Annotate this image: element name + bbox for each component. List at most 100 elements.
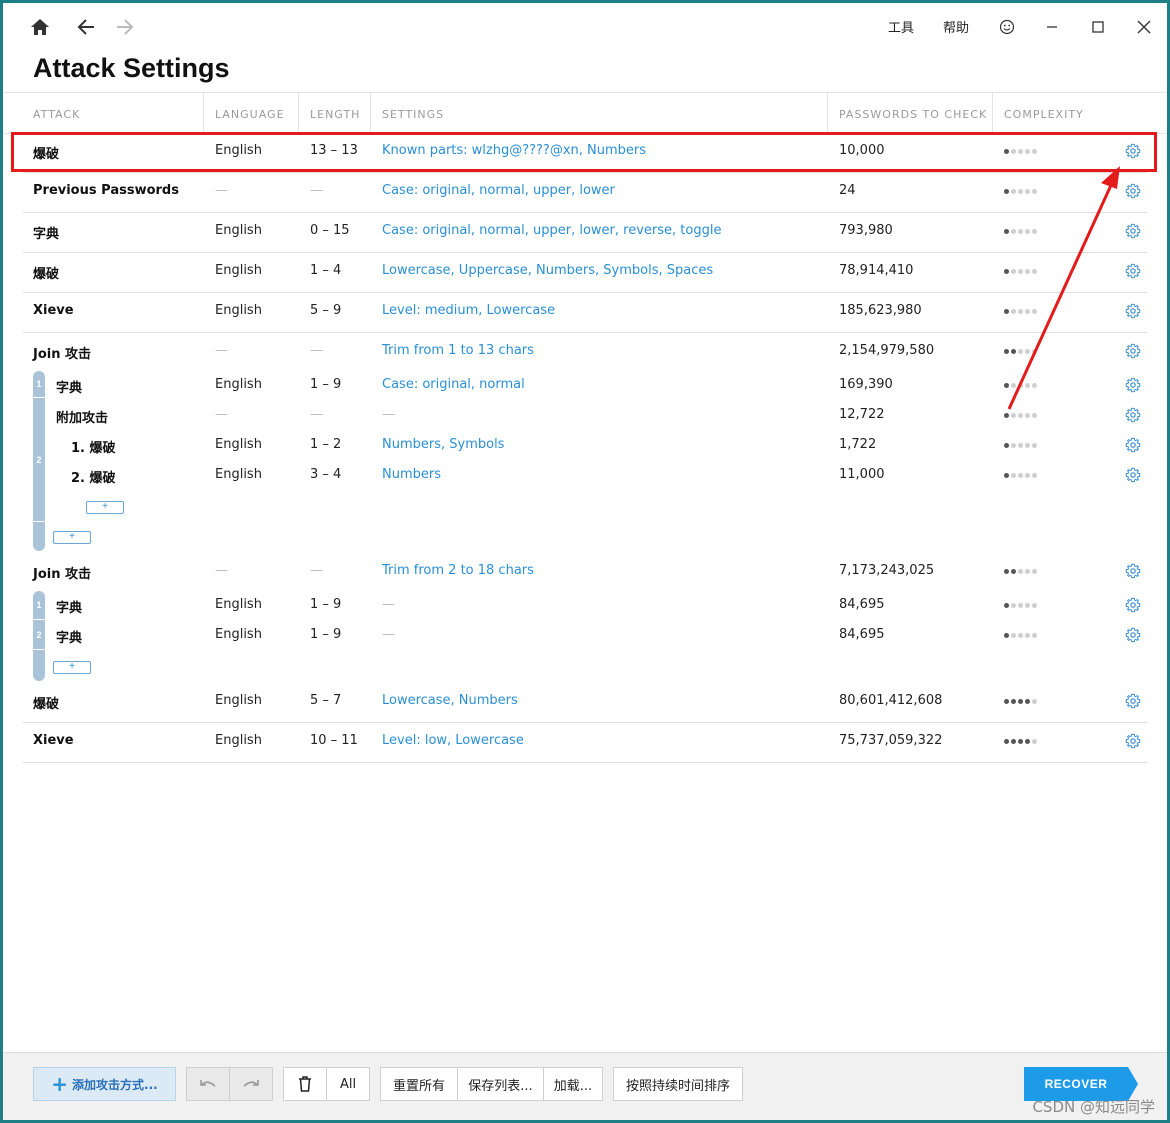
gear-icon[interactable] — [1125, 407, 1141, 423]
close-icon[interactable] — [1132, 15, 1156, 39]
attack-settings-link[interactable]: Case: original, normal — [382, 377, 525, 392]
complexity-dot — [1018, 349, 1023, 354]
delete-all-button[interactable]: All — [326, 1067, 370, 1101]
gear-icon[interactable] — [1125, 437, 1141, 453]
attack-row[interactable]: Xieve English 10 – 11 Level: low, Lowercase… — [23, 722, 1147, 763]
tools-menu[interactable]: 工具 — [888, 17, 914, 36]
attack-row[interactable]: Join 攻击 — — Trim from 2 to 18 chars 7,173,24… — [23, 552, 1147, 592]
attack-row[interactable]: 1. 爆破 English 1 – 2 Numbers, Symbols 1,722 — [23, 431, 1147, 461]
complexity-dot — [1011, 349, 1016, 354]
attack-row[interactable]: 爆破 English 5 – 7 Lowercase, Numbers 80,601,4… — [23, 682, 1147, 723]
attack-name: 爆破 — [33, 267, 60, 282]
attack-settings-link[interactable]: Numbers — [382, 467, 441, 482]
column-header-complexity[interactable]: COMPLEXITY — [1004, 108, 1084, 121]
complexity-dot — [1004, 413, 1009, 418]
undo-button[interactable] — [186, 1067, 230, 1101]
complexity-dot — [1032, 473, 1037, 478]
reset-all-button[interactable]: 重置所有 — [380, 1067, 458, 1101]
attack-settings-link[interactable]: Trim from 1 to 13 chars — [382, 343, 534, 358]
attack-settings-link[interactable]: Lowercase, Numbers — [382, 693, 518, 708]
home-icon[interactable] — [28, 15, 52, 39]
sort-by-duration-button[interactable]: 按照持续时间排序 — [613, 1067, 743, 1101]
attack-settings-link[interactable]: Lowercase, Uppercase, Numbers, Symbols, … — [382, 263, 713, 278]
attack-row[interactable]: 2. 爆破 English 3 – 4 Numbers 11,000 — [23, 461, 1147, 491]
attack-row[interactable]: Previous Passwords — — Case: original, norm… — [23, 172, 1147, 213]
attack-row[interactable]: 字典 English 0 – 15 Case: original, normal, u… — [23, 212, 1147, 253]
complexity-dot — [1018, 569, 1023, 574]
complexity-indicator — [1004, 229, 1037, 234]
back-arrow-icon[interactable] — [74, 15, 98, 39]
complexity-dot — [1025, 269, 1030, 274]
complexity-dot — [1011, 229, 1016, 234]
column-header-language[interactable]: LANGUAGE — [215, 108, 285, 121]
gear-icon[interactable] — [1125, 183, 1141, 199]
attack-settings-link[interactable]: Level: low, Lowercase — [382, 733, 524, 748]
load-button[interactable]: 加载... — [543, 1067, 603, 1101]
redo-button[interactable] — [229, 1067, 273, 1101]
minimize-icon[interactable] — [1040, 15, 1064, 39]
complexity-dot — [1032, 699, 1037, 704]
add-join-item-button[interactable]: + — [53, 531, 91, 544]
attack-name: 字典 — [56, 381, 83, 396]
attack-language: English — [215, 303, 262, 318]
gear-icon[interactable] — [1125, 733, 1141, 749]
attack-row[interactable]: 字典 English 1 – 9 Case: original, normal 169,… — [23, 371, 1147, 401]
gear-icon[interactable] — [1125, 223, 1141, 239]
column-header-length[interactable]: LENGTH — [310, 108, 360, 121]
add-attack-button[interactable]: + 添加攻击方式... — [33, 1067, 176, 1101]
add-join-item-button[interactable]: + — [53, 661, 91, 674]
column-header-passwords[interactable]: PASSWORDS TO CHECK — [839, 108, 987, 121]
complexity-dot — [1032, 309, 1037, 314]
complexity-dot — [1011, 739, 1016, 744]
complexity-dot — [1032, 383, 1037, 388]
attack-name: 爆破 — [33, 697, 60, 712]
attack-settings-link[interactable]: Numbers, Symbols — [382, 437, 504, 452]
gear-icon[interactable] — [1125, 377, 1141, 393]
attack-settings-link[interactable]: Case: original, normal, upper, lower — [382, 183, 615, 198]
forward-arrow-icon[interactable] — [113, 15, 137, 39]
column-header-settings[interactable]: SETTINGS — [382, 108, 444, 121]
gear-icon[interactable] — [1125, 563, 1141, 579]
attack-settings-link[interactable]: Level: medium, Lowercase — [382, 303, 555, 318]
smiley-icon[interactable] — [995, 15, 1019, 39]
complexity-dot — [1004, 229, 1009, 234]
column-header-attack[interactable]: ATTACK — [33, 108, 80, 121]
attack-length: — — [310, 343, 323, 358]
complexity-dot — [1018, 383, 1023, 388]
gear-icon[interactable] — [1125, 597, 1141, 613]
gear-icon[interactable] — [1125, 467, 1141, 483]
gear-icon[interactable] — [1125, 627, 1141, 643]
attack-row[interactable]: 附加攻击 — — — 12,722 — [23, 401, 1147, 431]
help-menu[interactable]: 帮助 — [943, 17, 969, 36]
complexity-dot — [1025, 739, 1030, 744]
complexity-dot — [1025, 413, 1030, 418]
complexity-indicator — [1004, 603, 1037, 608]
complexity-dot — [1004, 473, 1009, 478]
annotation-highlight-box — [11, 132, 1157, 172]
attack-row[interactable]: 字典 English 1 – 9 — 84,695 — [23, 621, 1147, 651]
complexity-indicator — [1004, 633, 1037, 638]
gear-icon[interactable] — [1125, 343, 1141, 359]
complexity-dot — [1025, 699, 1030, 704]
gear-icon[interactable] — [1125, 693, 1141, 709]
gear-icon[interactable] — [1125, 263, 1141, 279]
complexity-dot — [1011, 473, 1016, 478]
passwords-to-check: 2,154,979,580 — [839, 343, 935, 358]
save-list-button[interactable]: 保存列表... — [457, 1067, 544, 1101]
passwords-to-check: 75,737,059,322 — [839, 733, 943, 748]
attack-row[interactable]: 字典 English 1 – 9 — 84,695 — [23, 591, 1147, 621]
attack-row[interactable]: 爆破 English 1 – 4 Lowercase, Uppercase, Numb… — [23, 252, 1147, 293]
add-sub-attack-button[interactable]: + — [86, 501, 124, 514]
attack-settings-link[interactable]: Trim from 2 to 18 chars — [382, 563, 534, 578]
attack-row[interactable]: Join 攻击 — — Trim from 1 to 13 chars 2,154,97… — [23, 332, 1147, 372]
gear-icon[interactable] — [1125, 303, 1141, 319]
attack-settings-link[interactable]: Case: original, normal, upper, lower, re… — [382, 223, 721, 238]
complexity-dot — [1011, 443, 1016, 448]
attack-row[interactable]: Xieve English 5 – 9 Level: medium, Lowercas… — [23, 292, 1147, 333]
attack-name: 字典 — [33, 227, 60, 242]
complexity-dot — [1018, 413, 1023, 418]
attack-language: — — [215, 563, 228, 578]
delete-button[interactable] — [283, 1067, 327, 1101]
complexity-dot — [1025, 229, 1030, 234]
maximize-icon[interactable] — [1086, 15, 1110, 39]
